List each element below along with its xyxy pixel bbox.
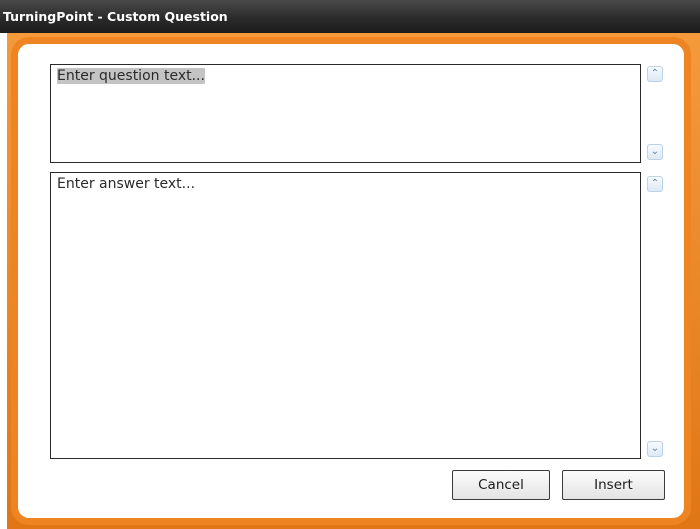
answer-text-value: Enter answer text... [57,176,196,192]
scroll-down-icon[interactable]: ⌄ [647,441,663,457]
answer-text-field[interactable]: Enter answer text... [50,172,641,459]
window-title: TurningPoint - Custom Question [3,9,228,24]
insert-button[interactable]: Insert [562,470,665,500]
scroll-up-icon[interactable]: ⌃ [647,176,663,192]
scroll-down-icon[interactable]: ⌄ [647,144,663,160]
question-text-field[interactable]: Enter question text... [50,64,641,163]
question-scrollbar[interactable]: ⌃ ⌄ [647,66,665,162]
cancel-button[interactable]: Cancel [452,470,550,500]
answer-scrollbar[interactable]: ⌃ ⌄ [647,176,665,459]
scroll-up-icon[interactable]: ⌃ [647,66,663,82]
custom-question-dialog: TurningPoint - Custom Question Enter que… [0,0,700,529]
question-text-value: Enter question text... [57,68,205,84]
title-bar[interactable]: TurningPoint - Custom Question [0,0,700,33]
